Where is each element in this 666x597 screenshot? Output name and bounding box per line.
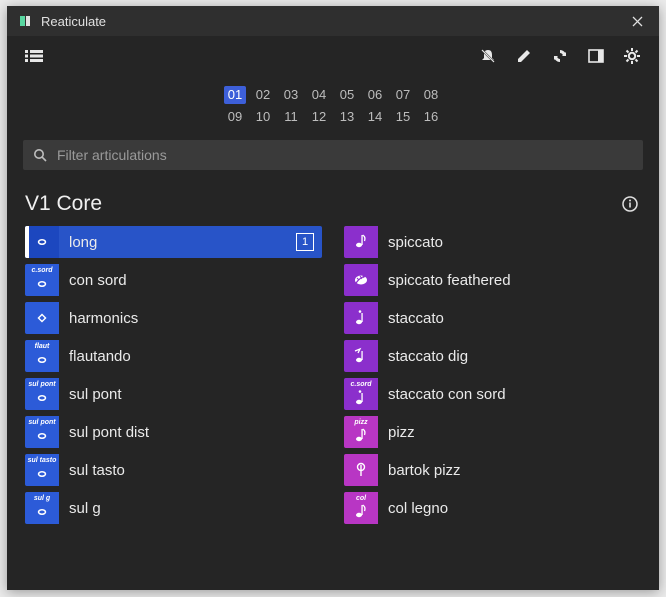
mute-button[interactable] xyxy=(475,43,501,69)
articulation-swatch: sul pont xyxy=(25,378,59,410)
app-window: Reaticulate xyxy=(7,6,659,590)
articulation-label: con sord xyxy=(59,272,127,289)
channel-16[interactable]: 16 xyxy=(420,108,442,126)
articulation-swatch xyxy=(344,340,378,372)
channel-06[interactable]: 06 xyxy=(364,86,386,104)
selected-channel-badge: 1 xyxy=(296,233,314,251)
toolbar xyxy=(7,36,659,76)
articulation-label: spiccato xyxy=(378,234,443,251)
articulation-column: long1c.sordcon sordharmonicsflautflautan… xyxy=(25,226,322,524)
articulation-label: pizz xyxy=(378,424,415,441)
articulation-item[interactable]: staccato dig xyxy=(344,340,641,372)
articulation-label: staccato dig xyxy=(378,348,468,365)
articulation-swatch xyxy=(25,302,59,334)
channel-08[interactable]: 08 xyxy=(420,86,442,104)
articulation-swatch: col xyxy=(344,492,378,524)
sync-button[interactable] xyxy=(547,43,573,69)
articulation-label: col legno xyxy=(378,500,448,517)
section-title: V1 Core xyxy=(25,192,619,216)
bell-off-icon xyxy=(479,47,497,65)
articulation-item[interactable]: sul pontsul pont xyxy=(25,378,322,410)
search-icon xyxy=(33,148,47,162)
articulation-item[interactable]: sul pontsul pont dist xyxy=(25,416,322,448)
channel-row: 09 10 11 12 13 14 15 16 xyxy=(224,108,442,126)
articulation-label: flautando xyxy=(59,348,131,365)
dock-icon xyxy=(588,49,604,63)
channel-03[interactable]: 03 xyxy=(280,86,302,104)
articulation-label: sul g xyxy=(59,500,101,517)
channel-grid: 01 02 03 04 05 06 07 08 09 10 11 12 13 14 15 16 xyxy=(7,86,659,126)
articulation-label: sul tasto xyxy=(59,462,125,479)
titlebar: Reaticulate xyxy=(7,6,659,36)
articulation-swatch: flaut xyxy=(25,340,59,372)
articulation-item[interactable]: spiccato feathered xyxy=(344,264,641,296)
articulation-label: sul pont xyxy=(59,386,122,403)
search-input[interactable] xyxy=(55,146,633,164)
channel-05[interactable]: 05 xyxy=(336,86,358,104)
articulation-label: long xyxy=(59,234,97,251)
channel-14[interactable]: 14 xyxy=(364,108,386,126)
articulation-label: bartok pizz xyxy=(378,462,461,479)
channel-12[interactable]: 12 xyxy=(308,108,330,126)
articulation-label: harmonics xyxy=(59,310,138,327)
sync-icon xyxy=(551,47,569,65)
articulation-item[interactable]: harmonics xyxy=(25,302,322,334)
articulation-swatch xyxy=(25,226,59,258)
channel-02[interactable]: 02 xyxy=(252,86,274,104)
articulation-label: staccato xyxy=(378,310,444,327)
articulation-label: staccato con sord xyxy=(378,386,506,403)
articulation-item[interactable]: spiccato xyxy=(344,226,641,258)
articulation-swatch xyxy=(344,264,378,296)
info-icon xyxy=(621,195,639,213)
articulation-item[interactable]: c.sordcon sord xyxy=(25,264,322,296)
articulation-swatch xyxy=(344,226,378,258)
channel-04[interactable]: 04 xyxy=(308,86,330,104)
channel-13[interactable]: 13 xyxy=(336,108,358,126)
app-title: Reaticulate xyxy=(41,14,617,29)
articulation-column: spiccato spiccato feathered staccato stacca… xyxy=(344,226,641,524)
search-bar[interactable] xyxy=(23,140,643,170)
settings-button[interactable] xyxy=(619,43,645,69)
articulation-swatch: sul tasto xyxy=(25,454,59,486)
articulation-item[interactable]: c.sordstaccato con sord xyxy=(344,378,641,410)
articulation-item[interactable]: bartok pizz xyxy=(344,454,641,486)
articulations: long1c.sordcon sordharmonicsflautflautan… xyxy=(7,226,659,540)
articulation-swatch xyxy=(344,454,378,486)
articulation-item[interactable]: long 1 xyxy=(25,226,322,258)
section-header: V1 Core xyxy=(7,170,659,226)
articulation-item[interactable]: staccato xyxy=(344,302,641,334)
channel-15[interactable]: 15 xyxy=(392,108,414,126)
pencil-icon xyxy=(516,48,532,64)
articulation-item[interactable]: sul gsul g xyxy=(25,492,322,524)
edit-button[interactable] xyxy=(511,43,537,69)
list-button[interactable] xyxy=(21,43,47,69)
close-button[interactable] xyxy=(625,9,649,33)
articulation-swatch: c.sord xyxy=(25,264,59,296)
close-icon xyxy=(632,16,643,27)
articulation-item[interactable]: colcol legno xyxy=(344,492,641,524)
list-icon xyxy=(25,49,43,63)
articulation-item[interactable]: flautflautando xyxy=(25,340,322,372)
articulation-label: spiccato feathered xyxy=(378,272,511,289)
gear-icon xyxy=(623,47,641,65)
channel-row: 01 02 03 04 05 06 07 08 xyxy=(224,86,442,104)
articulation-item[interactable]: pizzpizz xyxy=(344,416,641,448)
channel-11[interactable]: 11 xyxy=(280,108,302,126)
articulation-swatch: sul g xyxy=(25,492,59,524)
articulation-item[interactable]: sul tastosul tasto xyxy=(25,454,322,486)
channel-09[interactable]: 09 xyxy=(224,108,246,126)
articulation-label: sul pont dist xyxy=(59,424,149,441)
articulation-swatch: sul pont xyxy=(25,416,59,448)
articulation-swatch xyxy=(344,302,378,334)
channel-01[interactable]: 01 xyxy=(224,86,246,104)
channel-07[interactable]: 07 xyxy=(392,86,414,104)
app-icon xyxy=(17,13,33,29)
articulation-swatch: c.sord xyxy=(344,378,378,410)
articulation-swatch: pizz xyxy=(344,416,378,448)
info-button[interactable] xyxy=(619,193,641,215)
dock-button[interactable] xyxy=(583,43,609,69)
channel-10[interactable]: 10 xyxy=(252,108,274,126)
